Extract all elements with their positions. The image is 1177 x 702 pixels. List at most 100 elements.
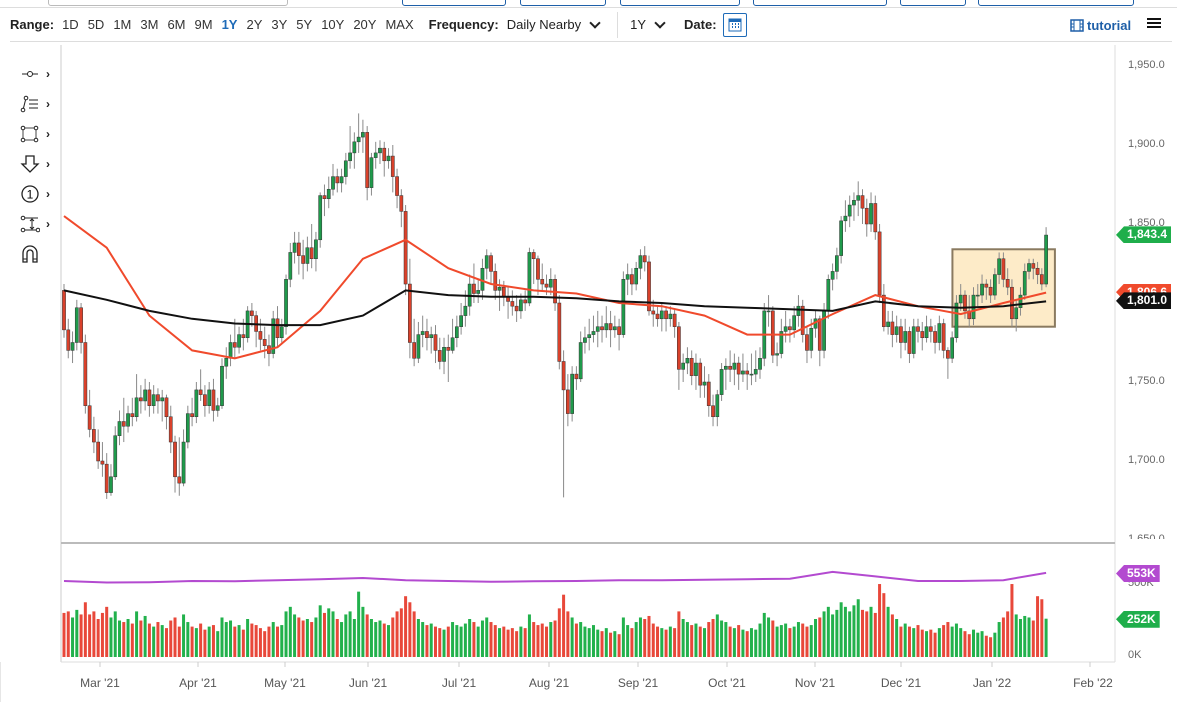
price-chart[interactable] [0, 0, 1177, 702]
volume-bar [664, 629, 668, 657]
volume-bar [848, 611, 852, 657]
volume-bar [1036, 596, 1040, 657]
candle-body [792, 315, 797, 331]
candle [557, 295, 562, 370]
candle-body [1014, 307, 1019, 320]
candle-body [437, 350, 442, 362]
volume-bar [741, 629, 745, 657]
volume-bar [916, 625, 920, 657]
volume-bar [805, 626, 809, 657]
volume-bar [579, 622, 583, 657]
volume-bar [762, 612, 766, 657]
candle-body [121, 421, 126, 427]
candle-body [830, 271, 835, 280]
volume-bar [656, 626, 660, 657]
candle-body [907, 331, 912, 354]
volume-bar [442, 629, 446, 657]
volume-bar [707, 622, 711, 657]
volume-bar [92, 611, 96, 657]
candle-body [288, 252, 293, 280]
candle-body [250, 310, 254, 316]
volume-bar [907, 626, 911, 657]
candle-body [946, 350, 950, 359]
volume-bar [967, 634, 971, 657]
volume-bar [485, 617, 489, 657]
volume-bar [71, 617, 75, 657]
candle-body [463, 305, 468, 316]
candle-body [984, 283, 989, 288]
candle-body [74, 307, 79, 343]
candle-body [143, 389, 147, 402]
candle-body [783, 326, 788, 332]
candle-body [258, 331, 263, 340]
candle-body [284, 279, 288, 327]
candle-body [92, 429, 96, 443]
volume-bar [643, 619, 647, 657]
volume-bar [263, 631, 267, 657]
volume-bar [835, 609, 839, 657]
candle-body [993, 274, 997, 296]
candle-body [745, 370, 750, 375]
volume-bar [963, 631, 967, 657]
volume-bar [446, 626, 450, 657]
candle-body [864, 207, 869, 225]
candle-body [326, 188, 331, 199]
x-axis-label: Apr '21 [179, 676, 217, 690]
volume-bar [502, 626, 506, 657]
candle-body [702, 381, 707, 386]
candle-body [659, 310, 664, 320]
volume-bar [510, 628, 514, 657]
volume-bar [250, 623, 254, 657]
volume-bar [229, 620, 233, 657]
candle-body [1039, 274, 1044, 285]
candle-body [442, 346, 446, 362]
volume-bar [831, 614, 835, 657]
candle-body [604, 323, 609, 331]
volume-bar [203, 629, 207, 657]
candle-body [147, 389, 152, 406]
volume-bar [96, 619, 100, 657]
candle-body [66, 329, 71, 351]
volume-bar [788, 628, 792, 657]
volume-bar [79, 614, 83, 657]
volume-bar [984, 635, 988, 657]
candle-body [600, 326, 604, 331]
volume-bar [925, 631, 929, 657]
volume-bar [126, 619, 130, 657]
volume-bar [728, 626, 732, 657]
volume-bar [310, 622, 314, 657]
volume-bar [980, 631, 984, 657]
candle-body [519, 299, 523, 312]
volume-bar [438, 628, 442, 657]
volume-bar [246, 619, 250, 657]
volume-bar [532, 622, 536, 657]
volume-bar [574, 623, 578, 657]
candle-body [450, 337, 455, 351]
volume-bar [280, 625, 284, 657]
candle [62, 284, 66, 338]
candle-body [416, 334, 421, 359]
candle-body [788, 326, 792, 331]
volume-bar [566, 611, 570, 657]
volume-bar [878, 584, 882, 657]
candle-body [314, 239, 318, 260]
candle-body [493, 271, 498, 291]
volume-bar [276, 626, 279, 657]
candle-body [168, 416, 173, 443]
candle-body [79, 307, 83, 343]
candle-body [916, 326, 920, 332]
candle-body [877, 231, 882, 296]
candle-body [595, 326, 600, 332]
volume-bar [617, 634, 621, 657]
candle-body [860, 195, 865, 209]
volume-bar [860, 609, 864, 657]
candle-body [365, 132, 370, 188]
candle-body [510, 301, 515, 307]
volume-bar [498, 628, 502, 657]
volume-bar [698, 626, 702, 657]
volume-bar [284, 611, 288, 657]
x-axis-label: Sep '21 [617, 676, 659, 690]
volume-bar [852, 605, 856, 657]
candle-body [950, 337, 955, 359]
volume-bar [600, 631, 604, 657]
